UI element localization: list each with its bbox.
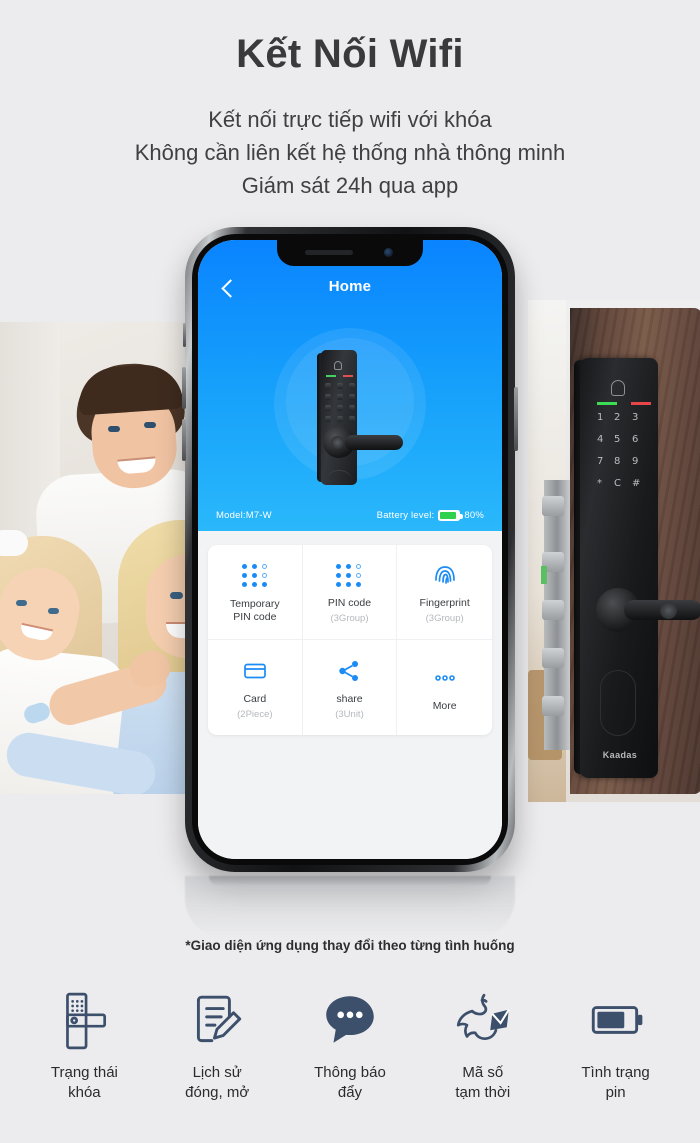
share-icon: [339, 660, 359, 681]
lock-key-5: 5: [614, 434, 621, 445]
lock-key-4: 4: [597, 434, 604, 445]
phone-screen: Home Model:M7-W Battery level: 80% Tempo…: [198, 240, 502, 859]
lock-key-8: 8: [614, 456, 621, 467]
lock-key-star: *: [597, 478, 602, 489]
feature-label-line1: Thông báo: [314, 1064, 386, 1081]
subtitle-line-3: Giám sát 24h qua app: [241, 173, 459, 198]
app-body: Temporary PIN code PIN code (3Group) Fingerp…: [198, 531, 502, 859]
dot-matrix-icon: [336, 563, 362, 587]
feature-door-lock-status: Trạng thái khóa: [22, 985, 146, 1103]
page-title: Kết Nối Wifi: [236, 32, 464, 76]
lock-brand-label: Kaadas: [602, 750, 638, 760]
led-red-indicator: [631, 402, 651, 405]
app-hero-section: Home Model:M7-W Battery level: 80%: [198, 240, 502, 531]
grid-item-sublabel: (3Group): [330, 613, 369, 624]
phone-notch: [277, 240, 423, 266]
grid-item-label: share: [336, 692, 363, 705]
feature-grid: Temporary PIN code PIN code (3Group) Fingerp…: [208, 545, 492, 735]
doorbell-icon: [611, 380, 625, 396]
battery-label: Battery level:: [376, 510, 435, 521]
phone-reflection: [185, 876, 515, 938]
grid-item-card[interactable]: Card (2Piece): [208, 640, 303, 735]
model-label: Model:M7-W: [216, 510, 272, 521]
earpiece-speaker: [305, 250, 353, 255]
fingerprint-icon: [434, 566, 455, 584]
grid-item-temporary[interactable]: Temporary PIN code: [208, 545, 303, 640]
lock-key-hash: #: [632, 478, 641, 489]
lock-key-C: C: [614, 478, 621, 489]
feature-grid-card: Temporary PIN code PIN code (3Group) Fingerp…: [208, 545, 492, 735]
disclaimer-note: *Giao diện ứng dụng thay đổi theo từng t…: [185, 938, 515, 953]
page-root: Kết Nối Wifi Kết nối trực tiếp wifi với …: [0, 0, 700, 1143]
door-lock-status-icon: [66, 992, 107, 1050]
lock-key-2: 2: [614, 412, 621, 423]
chat-bubble-icon: [326, 996, 374, 1043]
feature-label: Mã số tạm thời: [455, 1063, 510, 1103]
family-photo: [0, 322, 194, 794]
phone-volume-up-button[interactable]: [182, 367, 186, 409]
fingerprint-reader: [660, 602, 677, 619]
feature-label: Thông báo đẩy: [314, 1063, 386, 1103]
dove-mail-icon: [456, 993, 510, 1040]
lock-key-6: 6: [632, 434, 639, 445]
grid-item-more[interactable]: More: [397, 640, 492, 735]
feature-label-line1: Tình trạng: [581, 1064, 650, 1081]
phone-volume-down-button[interactable]: [182, 419, 186, 461]
grid-item-label: Fingerprint: [419, 597, 470, 609]
battery-percent: 80%: [464, 510, 484, 521]
grid-item-sublabel: (2Piece): [237, 708, 273, 720]
lock-key-7: 7: [597, 456, 604, 467]
feature-label-line2: tạm thời: [455, 1084, 511, 1101]
app-title: Home: [328, 278, 372, 295]
battery-icon: [591, 1006, 642, 1034]
feature-label: Tình trạng pin: [581, 1063, 649, 1103]
battery-status: Battery level: 80%: [377, 510, 484, 521]
feature-label: Lịch sử đóng, mở: [185, 1063, 249, 1103]
subtitle-block: Kết nối trực tiếp wifi với khóa Không cầ…: [0, 103, 700, 202]
app-navbar: Home: [198, 278, 502, 302]
dot-matrix-icon: [241, 564, 268, 587]
subtitle-line-2: Không cần liên kết hệ thống nhà thông mi…: [134, 140, 566, 165]
phone-mockup: Home Model:M7-W Battery level: 80% Tempo…: [182, 227, 518, 872]
grid-item-label: Temporary PIN code: [230, 597, 280, 623]
subtitle-line-1: Kết nối trực tiếp wifi với khóa: [208, 107, 492, 132]
door-lock-photo: 1 2 3 4 5 6 7 8 9 * C # Kaadas: [528, 300, 700, 802]
led-green-indicator: [597, 402, 617, 405]
grid-item-share[interactable]: share (3Unit): [303, 640, 398, 735]
grid-item-label: PIN code: [327, 597, 372, 609]
lock-key-1: 1: [597, 412, 604, 423]
phone-mute-switch[interactable]: [183, 323, 186, 347]
feature-chat-bubble: Thông báo đẩy: [288, 985, 412, 1103]
front-camera-icon: [384, 248, 393, 257]
grid-item-label: Card: [243, 692, 267, 705]
lock-key-9: 9: [632, 456, 639, 467]
grid-item-label: More: [432, 699, 457, 712]
feature-label-line1: Lịch sử: [192, 1064, 242, 1081]
feature-label-line2: pin: [605, 1084, 626, 1101]
feature-label: Trạng thái khóa: [51, 1063, 118, 1103]
grid-item-sublabel: (3Group): [425, 613, 464, 624]
grid-item-label-line2: PIN code: [233, 610, 277, 623]
feature-label-line2: đẩy: [337, 1084, 363, 1101]
feature-label-line1: Mã số: [462, 1064, 504, 1081]
phone-power-button[interactable]: [514, 387, 518, 451]
feature-icon-row: Trạng thái khóa Lịch sử đóng, mở Thông báo đẩ…: [0, 985, 700, 1135]
feature-label-line2: khóa: [68, 1084, 101, 1101]
feature-battery: Tình trạng pin: [554, 985, 678, 1103]
feature-dove-mail: Mã số tạm thời: [421, 985, 545, 1103]
device-status-row: Model:M7-W Battery level: 80%: [198, 510, 502, 521]
grid-item-sublabel: (3Unit): [335, 708, 364, 720]
grid-item-pin-code[interactable]: PIN code (3Group): [302, 545, 398, 640]
card-icon: [243, 663, 266, 678]
feature-history-log: Lịch sử đóng, mở: [155, 985, 279, 1103]
history-log-icon: [197, 995, 242, 1043]
feature-label-line1: Trạng thái: [50, 1064, 118, 1081]
lock-key-3: 3: [632, 412, 639, 423]
feature-label-line2: đóng, mở: [185, 1084, 250, 1101]
battery-icon: [438, 510, 463, 521]
more-dots-icon: [434, 674, 455, 681]
smart-lock-illustration: [295, 350, 405, 485]
grid-item-fingerprint[interactable]: Fingerprint (3Group): [397, 545, 492, 640]
